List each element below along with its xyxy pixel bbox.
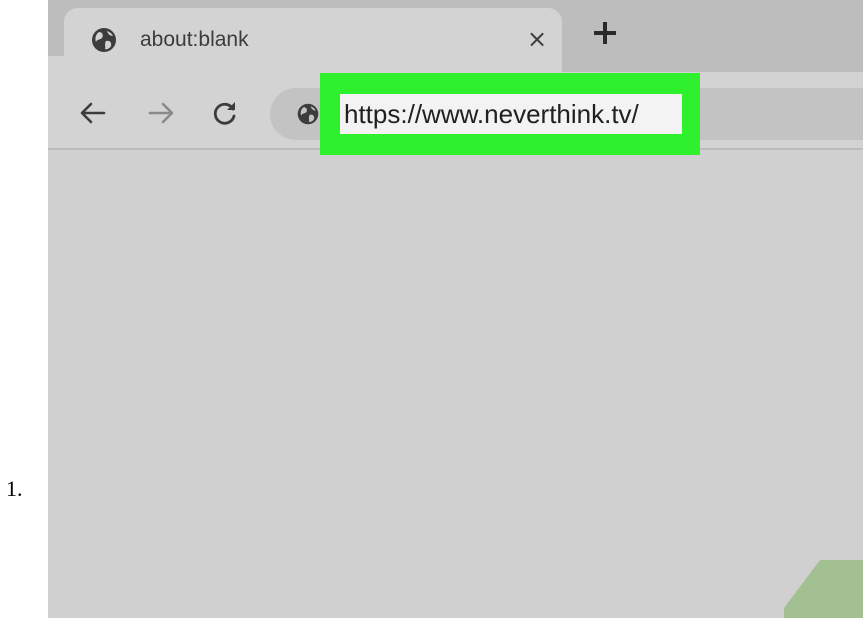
globe-icon: [90, 26, 118, 54]
browser-tab[interactable]: about:blank ×: [64, 8, 562, 72]
reload-icon: [213, 102, 236, 125]
forward-button[interactable]: [144, 96, 178, 130]
browser-window: about:blank × https://www.neverthink.tv/: [48, 0, 863, 618]
url-text: https://www.neverthink.tv/: [344, 98, 639, 129]
back-button[interactable]: [76, 96, 110, 130]
back-arrow-icon: [80, 102, 106, 124]
tab-strip: about:blank ×: [48, 0, 863, 72]
tab-title: about:blank: [140, 28, 249, 51]
step-number: 1.: [6, 476, 23, 501]
reload-button[interactable]: [208, 96, 242, 130]
forward-arrow-icon: [148, 102, 174, 124]
plus-icon: [594, 22, 616, 44]
globe-icon: [296, 102, 320, 126]
decorative-corner-shape: [784, 560, 863, 618]
tab-close-button[interactable]: ×: [522, 24, 552, 54]
new-tab-button[interactable]: [588, 16, 622, 50]
url-input[interactable]: https://www.neverthink.tv/: [340, 94, 682, 134]
